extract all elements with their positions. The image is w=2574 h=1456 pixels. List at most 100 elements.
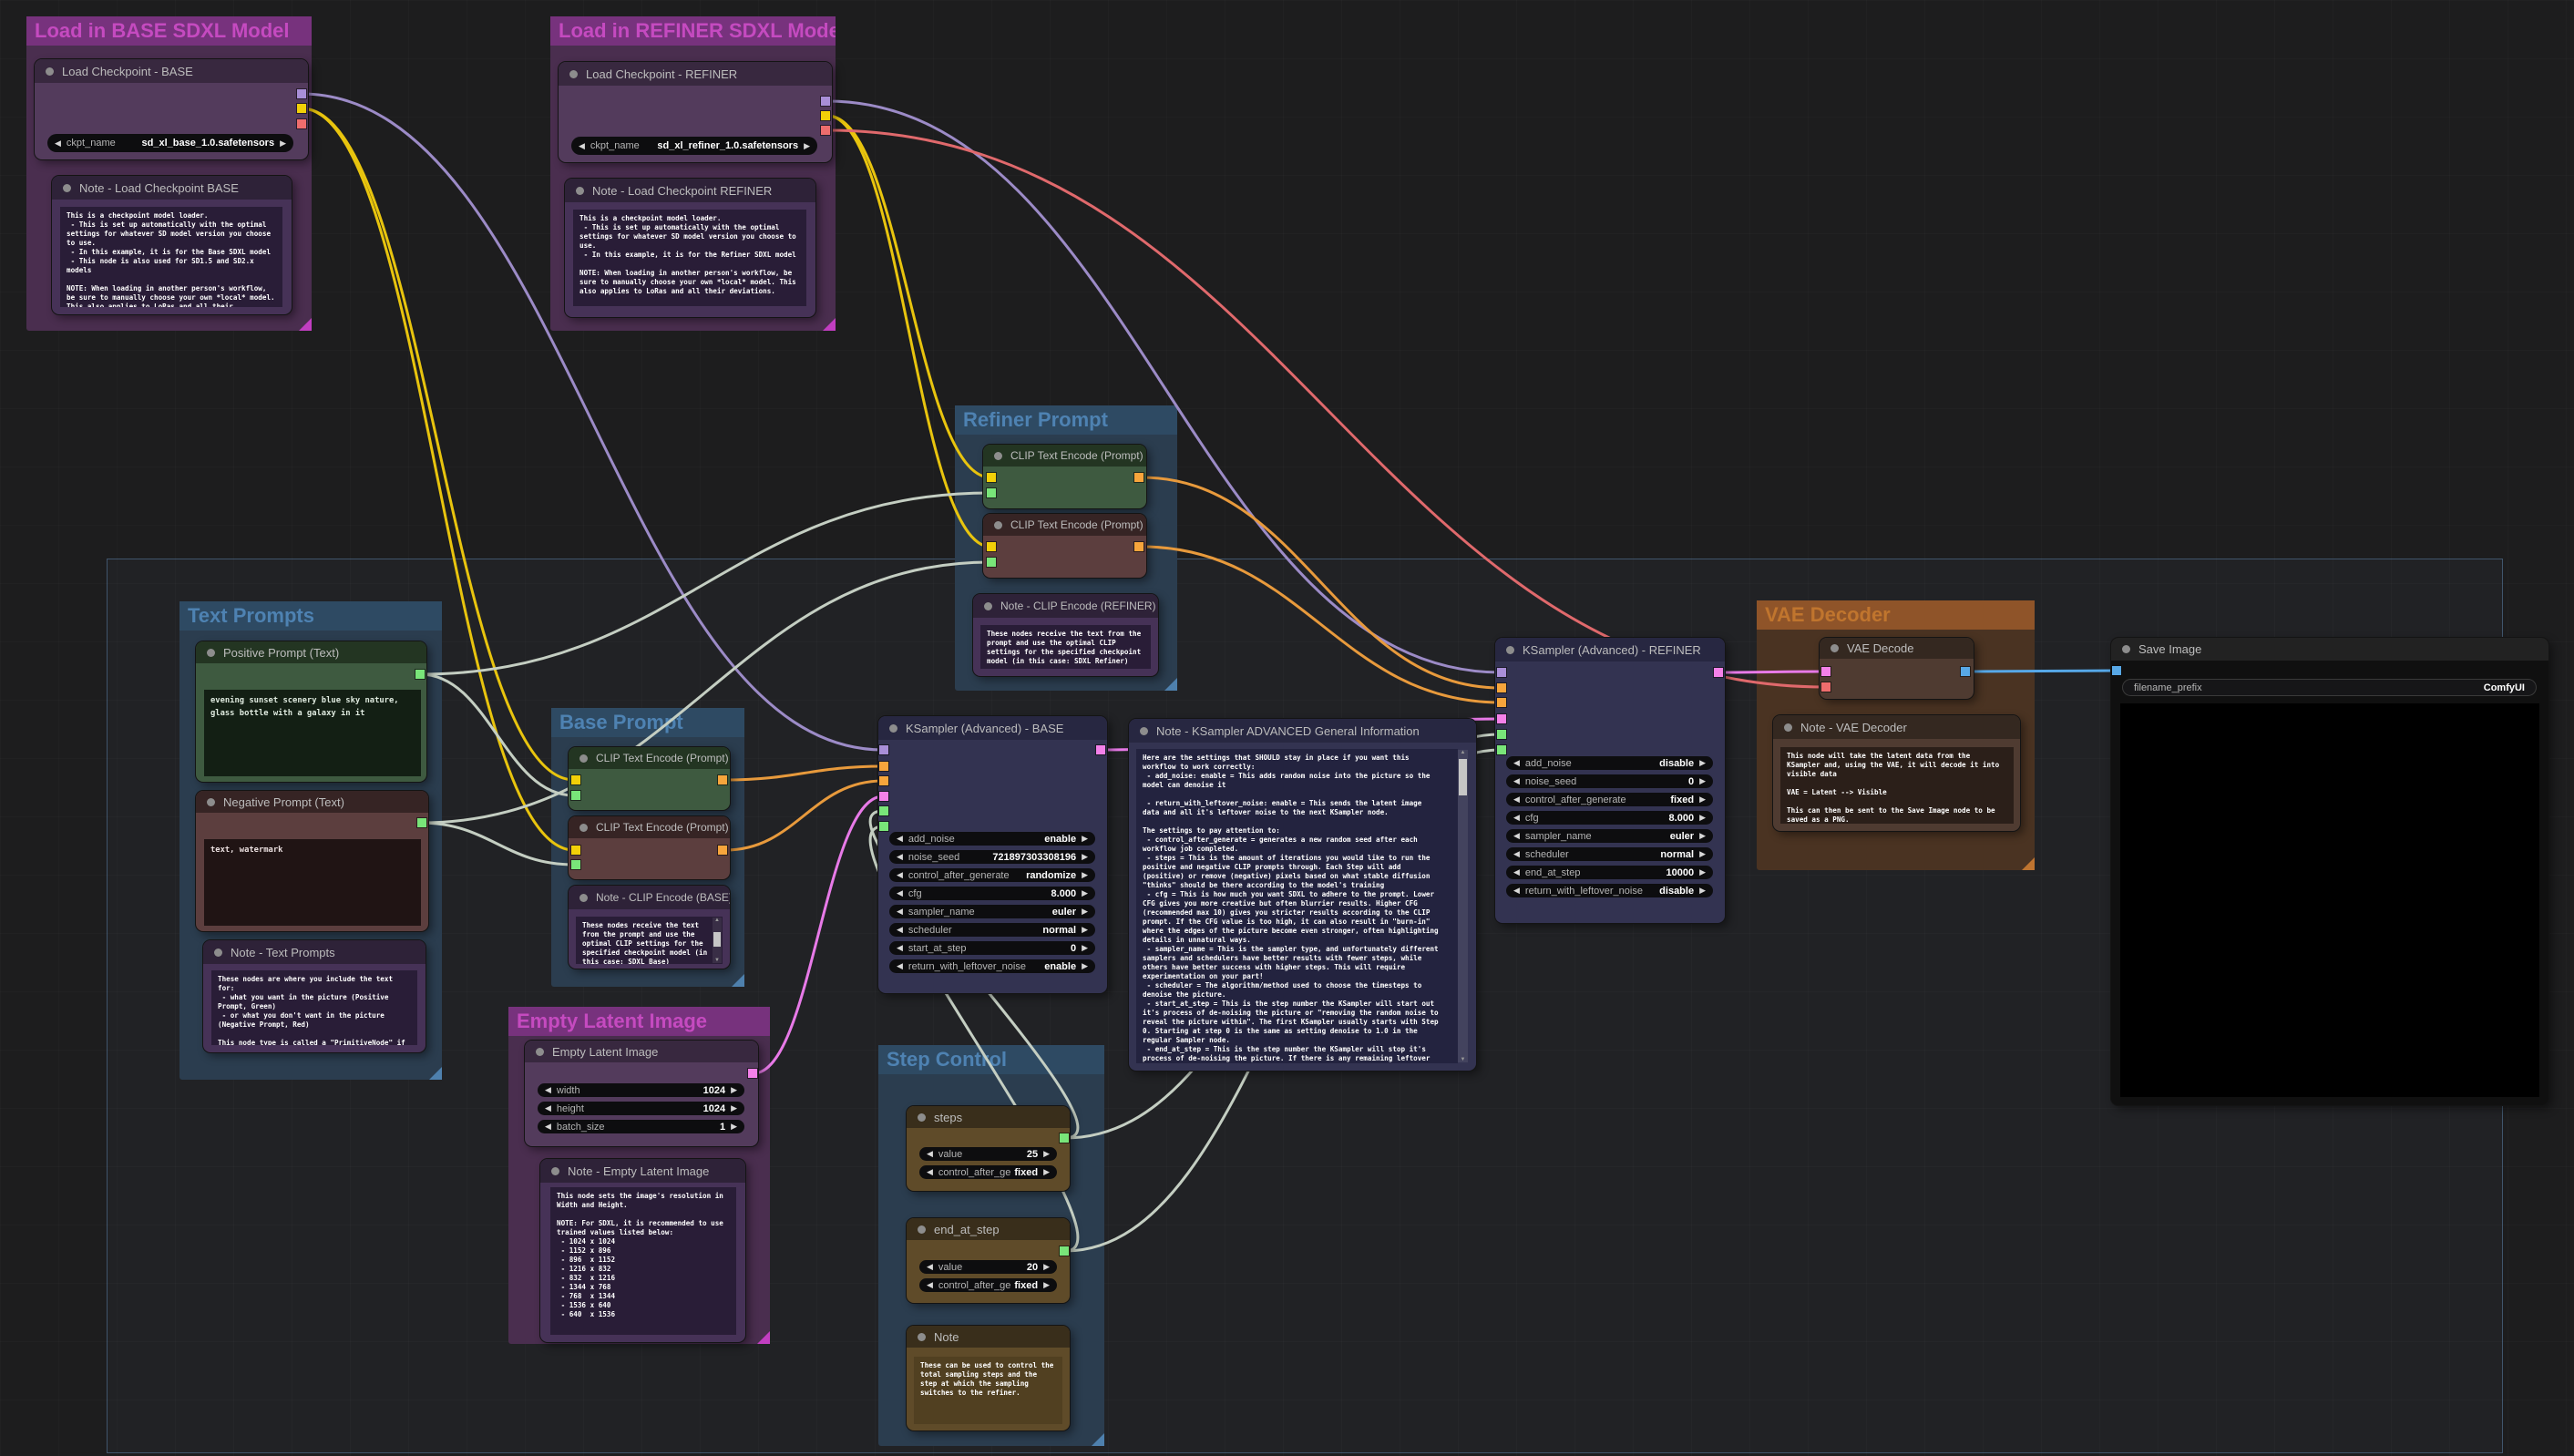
output-port-conditioning[interactable] <box>718 846 727 855</box>
note-text[interactable]: These can be used to control the total s… <box>914 1357 1062 1424</box>
increment-arrow-icon[interactable]: ▶ <box>1043 1149 1050 1159</box>
increment-arrow-icon[interactable]: ▶ <box>731 1122 737 1132</box>
group-title[interactable]: Refiner Prompt <box>955 405 1177 435</box>
collapse-dot-icon[interactable] <box>579 824 588 832</box>
batch-size-widget[interactable]: ◀ batch_size 1 ▶ <box>538 1120 744 1133</box>
input-port-steps[interactable] <box>1497 730 1506 739</box>
note-text[interactable]: These nodes are where you include the te… <box>211 970 417 1045</box>
collapse-dot-icon[interactable] <box>551 1167 559 1175</box>
decrement-arrow-icon[interactable]: ◀ <box>1513 886 1520 896</box>
scheduler-widget[interactable]: ◀schedulernormal▶ <box>1506 847 1713 861</box>
increment-arrow-icon[interactable]: ▶ <box>280 138 286 149</box>
node-negative-prompt[interactable]: Negative Prompt (Text) text, watermark <box>196 791 428 931</box>
return-with-leftover-noise-widget[interactable]: ◀return_with_leftover_noisedisable▶ <box>1506 884 1713 897</box>
input-port-positive[interactable] <box>1497 683 1506 692</box>
note-text[interactable]: This node sets the image's resolution in… <box>550 1187 736 1335</box>
positive-prompt-textarea[interactable]: evening sunset scenery blue sky nature, … <box>204 690 421 776</box>
ckpt-name-widget[interactable]: ◀ ckpt_name sd_xl_refiner_1.0.safetensor… <box>571 137 817 155</box>
node-load-checkpoint-base[interactable]: Load Checkpoint - BASE ◀ ckpt_name sd_xl… <box>35 59 308 159</box>
node-graph-canvas[interactable]: Load in BASE SDXL Model Load in REFINER … <box>0 0 2574 1456</box>
increment-arrow-icon[interactable]: ▶ <box>1082 834 1088 844</box>
group-title[interactable]: Base Prompt <box>551 708 744 737</box>
scrollbar-thumb[interactable] <box>713 932 721 947</box>
node-clip-encode-base-positive[interactable]: CLIP Text Encode (Prompt) <box>569 747 730 810</box>
node-clip-encode-base-negative[interactable]: CLIP Text Encode (Prompt) <box>569 816 730 879</box>
output-port-conditioning[interactable] <box>718 775 727 784</box>
increment-arrow-icon[interactable]: ▶ <box>1082 961 1088 971</box>
node-save-image[interactable]: Save Image filename_prefix ComfyUI <box>2111 638 2548 1105</box>
add-noise-widget[interactable]: ◀add_noisedisable▶ <box>1506 756 1713 770</box>
group-title[interactable]: Text Prompts <box>179 601 442 631</box>
collapse-dot-icon[interactable] <box>994 452 1002 460</box>
control-after-generate-widget[interactable]: ◀control_after_generatefixed▶ <box>1506 793 1713 806</box>
input-port-images[interactable] <box>2112 666 2121 675</box>
decrement-arrow-icon[interactable]: ◀ <box>1513 831 1520 841</box>
height-widget[interactable]: ◀ height 1024 ▶ <box>538 1102 744 1115</box>
node-ksampler-advanced-refiner[interactable]: KSampler (Advanced) - REFINER ◀add_noise… <box>1495 638 1725 923</box>
note-text[interactable]: Here are the settings that SHOULD stay i… <box>1136 749 1458 1063</box>
output-port-conditioning[interactable] <box>1134 542 1143 551</box>
output-port-int[interactable] <box>1060 1133 1069 1143</box>
scroll-up-icon[interactable]: ▲ <box>1458 750 1468 755</box>
input-port-clip[interactable] <box>987 542 996 551</box>
collapse-dot-icon[interactable] <box>214 948 222 957</box>
value-widget[interactable]: ◀value20▶ <box>919 1260 1057 1274</box>
increment-arrow-icon[interactable]: ▶ <box>1082 852 1088 862</box>
value-widget[interactable]: ◀value25▶ <box>919 1147 1057 1161</box>
output-port-clip[interactable] <box>297 104 306 113</box>
decrement-arrow-icon[interactable]: ◀ <box>927 1149 933 1159</box>
output-port-latent[interactable] <box>748 1069 757 1078</box>
node-steps-primitive[interactable]: steps ◀value25▶ ◀control_after_genefixed… <box>907 1106 1070 1191</box>
increment-arrow-icon[interactable]: ▶ <box>1699 813 1706 823</box>
scrollbar-thumb[interactable] <box>1459 759 1467 795</box>
scroll-up-icon[interactable]: ▲ <box>713 918 722 923</box>
noise-seed-widget[interactable]: ◀noise_seed0▶ <box>1506 774 1713 788</box>
increment-arrow-icon[interactable]: ▶ <box>731 1085 737 1095</box>
output-port-vae[interactable] <box>821 126 830 135</box>
collapse-dot-icon[interactable] <box>994 521 1002 529</box>
node-note-step-control[interactable]: Note These can be used to control the to… <box>907 1326 1070 1430</box>
control-after-generate-widget[interactable]: ◀control_after_genefixed▶ <box>919 1278 1057 1292</box>
increment-arrow-icon[interactable]: ▶ <box>1082 925 1088 935</box>
collapse-dot-icon[interactable] <box>207 798 215 806</box>
decrement-arrow-icon[interactable]: ◀ <box>1513 849 1520 859</box>
cfg-widget[interactable]: ◀cfg8.000▶ <box>889 887 1095 900</box>
decrement-arrow-icon[interactable]: ◀ <box>897 943 903 953</box>
increment-arrow-icon[interactable]: ▶ <box>1699 867 1706 877</box>
collapse-dot-icon[interactable] <box>46 67 54 76</box>
note-text[interactable]: These nodes receive the text from the pr… <box>576 917 723 964</box>
node-note-vae-decoder[interactable]: Note - VAE Decoder This node will take t… <box>1773 715 2020 831</box>
collapse-dot-icon[interactable] <box>579 894 588 902</box>
decrement-arrow-icon[interactable]: ◀ <box>897 852 903 862</box>
return-with-leftover-noise-widget[interactable]: ◀return_with_leftover_noiseenable▶ <box>889 959 1095 973</box>
group-title[interactable]: Empty Latent Image <box>508 1007 770 1036</box>
decrement-arrow-icon[interactable]: ◀ <box>897 907 903 917</box>
filename-prefix-widget[interactable]: filename_prefix ComfyUI <box>2123 680 2536 695</box>
output-port-int[interactable] <box>1060 1246 1069 1256</box>
increment-arrow-icon[interactable]: ▶ <box>1082 907 1088 917</box>
decrement-arrow-icon[interactable]: ◀ <box>579 141 585 151</box>
node-note-text-prompts[interactable]: Note - Text Prompts These nodes are wher… <box>203 940 426 1052</box>
output-port-latent[interactable] <box>1096 745 1105 754</box>
negative-prompt-textarea[interactable]: text, watermark <box>204 839 421 926</box>
output-port-model[interactable] <box>821 97 830 106</box>
note-text[interactable]: This node will take the latent data from… <box>1780 747 2014 824</box>
group-title[interactable]: Load in REFINER SDXL Model <box>550 16 836 46</box>
collapse-dot-icon[interactable] <box>2122 645 2130 653</box>
decrement-arrow-icon[interactable]: ◀ <box>545 1103 551 1113</box>
input-port-negative[interactable] <box>1497 698 1506 707</box>
input-port-negative[interactable] <box>879 776 888 785</box>
node-positive-prompt[interactable]: Positive Prompt (Text) evening sunset sc… <box>196 641 426 782</box>
note-scrollbar[interactable]: ▲ ▼ <box>713 918 722 963</box>
decrement-arrow-icon[interactable]: ◀ <box>55 138 61 149</box>
collapse-dot-icon[interactable] <box>918 1225 926 1234</box>
decrement-arrow-icon[interactable]: ◀ <box>897 925 903 935</box>
group-title[interactable]: Step Control <box>878 1045 1104 1074</box>
increment-arrow-icon[interactable]: ▶ <box>1082 888 1088 898</box>
input-port-text[interactable] <box>571 791 580 800</box>
input-port-positive[interactable] <box>879 762 888 771</box>
input-port-text[interactable] <box>987 558 996 567</box>
collapse-dot-icon[interactable] <box>984 602 992 610</box>
note-scrollbar[interactable]: ▲ ▼ <box>1458 750 1468 1062</box>
control-after-generate-widget[interactable]: ◀control_after_generaterandomize▶ <box>889 868 1095 882</box>
